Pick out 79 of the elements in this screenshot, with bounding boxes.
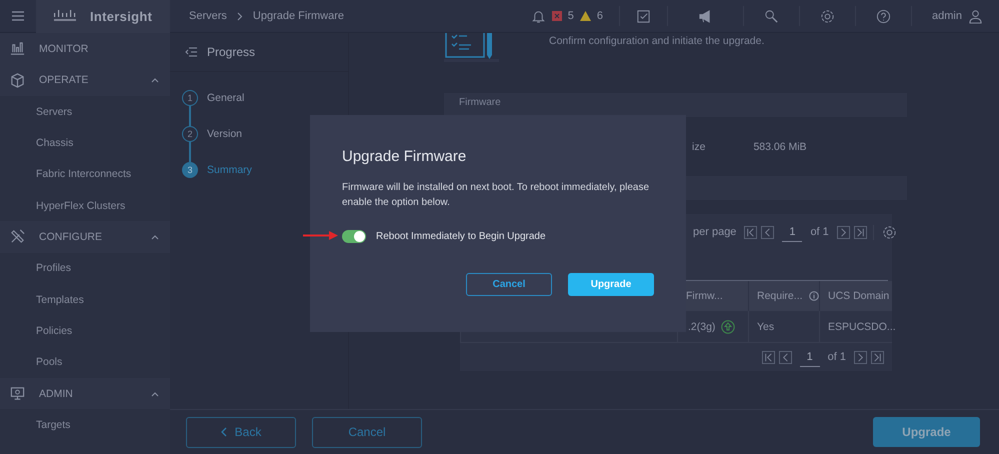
nav-item[interactable]: Chassis	[0, 127, 170, 159]
back-button[interactable]: Back	[186, 416, 296, 448]
toggle-label: Reboot Immediately to Begin Upgrade	[376, 231, 546, 242]
arrow-icon	[303, 231, 338, 240]
chevron-left-icon	[220, 427, 227, 437]
breadcrumb-link[interactable]: Servers	[189, 10, 227, 22]
nav-item[interactable]: Templates	[0, 284, 170, 316]
last-page-icon[interactable]	[854, 226, 867, 238]
nav-section-label: MONITOR	[39, 42, 88, 55]
monitor-icon	[10, 386, 25, 402]
step-connector	[189, 106, 191, 126]
page-total: of 1	[810, 226, 829, 238]
nav-item[interactable]: Targets	[0, 409, 170, 441]
cancel-button[interactable]: Cancel	[312, 416, 422, 448]
nav-section[interactable]: ADMIN	[0, 378, 170, 410]
table-cell: Yes	[748, 311, 819, 343]
warning-count: 6	[596, 10, 604, 22]
nav-item[interactable]: Servers	[0, 96, 170, 128]
nav-section[interactable]: CONFIGURE	[0, 221, 170, 253]
nav-item[interactable]: Fabric Interconnects	[0, 158, 170, 190]
column-header[interactable]: UCS Domain	[819, 281, 892, 311]
bell-icon[interactable]	[530, 8, 546, 24]
error-icon[interactable]	[552, 11, 562, 21]
chevron-right-icon	[236, 12, 243, 20]
step-connector	[189, 142, 191, 162]
nav-item[interactable]: Profiles	[0, 252, 170, 284]
first-page-icon[interactable]	[744, 226, 758, 238]
critical-count: 5	[568, 10, 574, 22]
info-icon[interactable]	[808, 291, 819, 301]
last-page-icon[interactable]	[871, 350, 884, 364]
warning-icon[interactable]	[580, 11, 591, 21]
upgrade-icon	[721, 320, 736, 334]
field-value: 583.06 MiB	[753, 140, 807, 152]
collapse-list-icon[interactable]	[185, 47, 197, 57]
per-page-label: per page	[693, 226, 736, 238]
search-icon[interactable]	[764, 8, 780, 24]
section-header: Firmware	[444, 93, 907, 117]
step-description: Confirm configuration and initiate the upgrade.	[549, 35, 764, 49]
nav-item[interactable]: Policies	[0, 315, 170, 347]
nav-section[interactable]: MONITOR	[0, 33, 170, 64]
menu-icon[interactable]	[12, 11, 24, 21]
nav-section-label: CONFIGURE	[39, 230, 102, 243]
brand-name: Intersight	[90, 8, 152, 24]
logo-icon	[52, 9, 78, 23]
toggle-switch[interactable]	[342, 230, 366, 243]
help-icon[interactable]	[876, 8, 892, 24]
cancel-button[interactable]: Cancel	[466, 273, 552, 296]
table-cell: .2(3g)	[688, 320, 716, 332]
cube-icon	[10, 72, 25, 88]
page-number[interactable]: 1	[782, 222, 802, 242]
wizard-step[interactable]: 1 General	[182, 90, 348, 106]
page-total: of 1	[828, 351, 846, 363]
panel-title: Progress	[207, 45, 256, 59]
previous-page-icon[interactable]	[761, 226, 774, 238]
settings-icon[interactable]	[820, 8, 836, 24]
tools-icon	[10, 229, 25, 244]
dialog-message: Firmware will be installed on next boot. To reboot immediately, please enable the option below.	[342, 181, 650, 210]
nav-section-label: OPERATE	[39, 74, 88, 86]
upgrade-button[interactable]: Upgrade	[873, 417, 980, 447]
chart-icon	[10, 41, 25, 56]
nav-section-label: ADMIN	[39, 388, 73, 400]
user-name[interactable]: admin	[932, 10, 962, 22]
column-header[interactable]: Require...	[748, 281, 819, 311]
nav-item[interactable]: HyperFlex Clusters	[0, 190, 170, 222]
previous-page-icon[interactable]	[778, 350, 792, 364]
breadcrumb-current: Upgrade Firmware	[252, 10, 344, 22]
upgrade-button[interactable]: Upgrade	[568, 273, 654, 296]
next-page-icon[interactable]	[854, 350, 867, 364]
nav-section[interactable]: OPERATE	[0, 64, 170, 96]
settings-icon[interactable]	[872, 224, 897, 240]
nav-item[interactable]: Pools	[0, 346, 170, 378]
first-page-icon[interactable]	[762, 350, 775, 364]
user-icon[interactable]	[968, 8, 983, 24]
checklist-icon[interactable]	[636, 8, 652, 24]
page-number[interactable]: 1	[800, 348, 820, 366]
next-page-icon[interactable]	[836, 226, 850, 238]
dialog-title: Upgrade Firmware	[342, 148, 468, 165]
wizard-step[interactable]: 2 Version	[182, 126, 348, 142]
field-label: ize	[692, 140, 706, 152]
